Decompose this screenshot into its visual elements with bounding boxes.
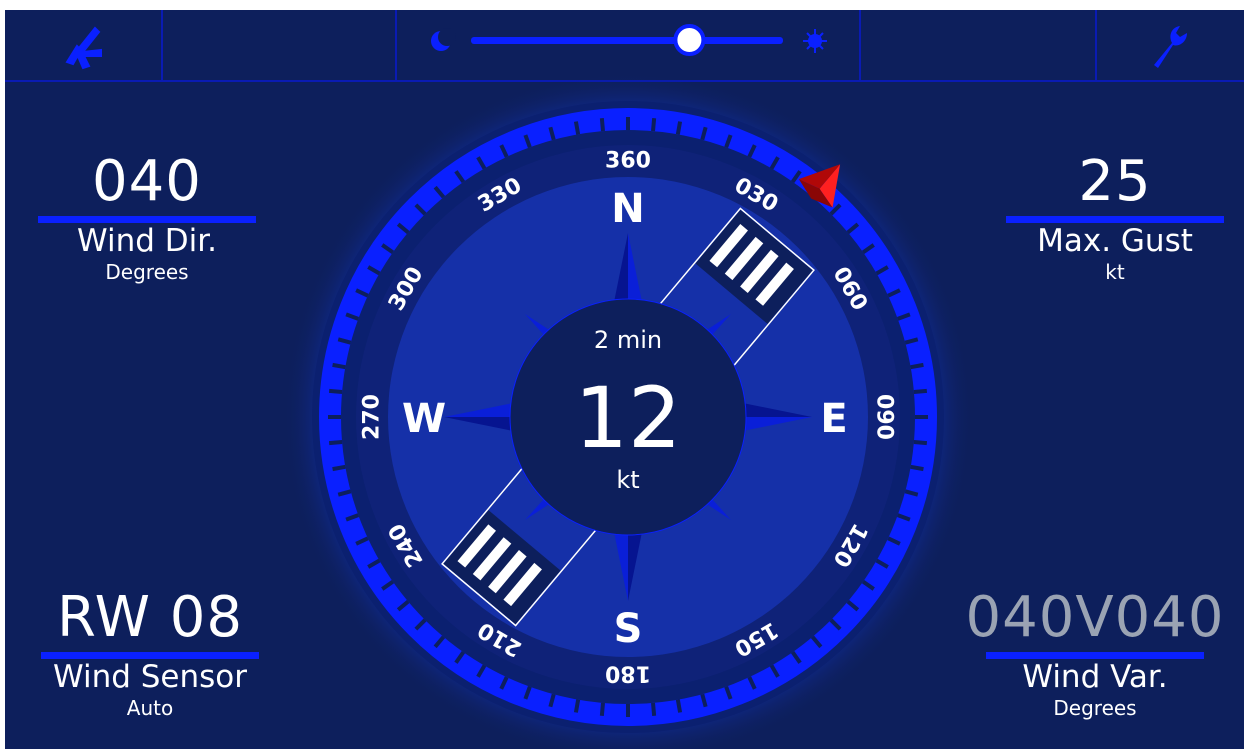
wind-dir-value: 040 bbox=[92, 149, 202, 214]
tick-notch bbox=[651, 702, 657, 717]
tick-notch bbox=[910, 362, 924, 370]
tick-notch bbox=[573, 699, 581, 713]
wind-sensor-value[interactable]: RW 08 bbox=[15, 586, 285, 650]
max-gust-unit: kt bbox=[1105, 260, 1125, 284]
cardinal-n: N bbox=[611, 186, 644, 232]
cardinal-w: W bbox=[402, 396, 446, 442]
degree-label: 180 bbox=[605, 661, 651, 686]
max-gust-label: Max. Gust bbox=[1037, 223, 1193, 259]
tick-notch bbox=[913, 388, 928, 394]
wind-dir-label: Wind Dir. bbox=[77, 223, 217, 259]
tick-notch bbox=[910, 464, 924, 472]
wind-var-label: Wind Var. bbox=[1022, 659, 1168, 695]
wind-sensor-underline bbox=[41, 652, 259, 659]
wind-var-panel: 040V040 Wind Var. Degrees bbox=[946, 586, 1244, 721]
max-gust-value: 25 bbox=[1078, 149, 1152, 214]
wind-var-unit: Degrees bbox=[1053, 696, 1137, 720]
center-unit: kt bbox=[616, 466, 639, 494]
wind-sensor-unit: Auto bbox=[126, 696, 174, 720]
wind-var-underline bbox=[986, 652, 1204, 659]
degree-label: 360 bbox=[605, 149, 651, 174]
center-wind-speed: 12 bbox=[575, 369, 682, 467]
tick-notch bbox=[675, 121, 683, 135]
wind-display-screen: 360 030 060 090 120 150 180 210 240 270 300 330 N E… bbox=[5, 10, 1244, 749]
tick-notch bbox=[913, 440, 928, 446]
tick-notch bbox=[675, 699, 683, 713]
degree-label: 270 bbox=[360, 394, 385, 440]
wind-var-value: 040V040 bbox=[965, 585, 1225, 650]
tick-notch bbox=[573, 121, 581, 135]
tick-notch bbox=[599, 117, 605, 132]
tick-notch bbox=[328, 440, 343, 446]
cardinal-e: E bbox=[820, 396, 847, 442]
tick-notch bbox=[332, 362, 346, 370]
cardinal-s: S bbox=[614, 606, 643, 652]
wind-sensor-panel[interactable]: RW 08 Wind Sensor Auto bbox=[15, 586, 285, 721]
tick-notch bbox=[599, 702, 605, 717]
max-gust-panel: 25 Max. Gust kt bbox=[995, 150, 1235, 285]
center-period: 2 min bbox=[594, 326, 662, 354]
wind-sensor-label: Wind Sensor bbox=[52, 659, 248, 695]
tick-notch bbox=[328, 388, 343, 394]
tick-notch bbox=[332, 464, 346, 472]
wind-dir-underline bbox=[38, 216, 256, 223]
degree-label: 090 bbox=[872, 394, 897, 440]
max-gust-underline bbox=[1006, 216, 1224, 223]
wind-dir-unit: Degrees bbox=[105, 260, 189, 284]
tick-notch bbox=[651, 117, 657, 132]
wind-dir-panel: 040 Wind Dir. Degrees bbox=[27, 150, 267, 285]
